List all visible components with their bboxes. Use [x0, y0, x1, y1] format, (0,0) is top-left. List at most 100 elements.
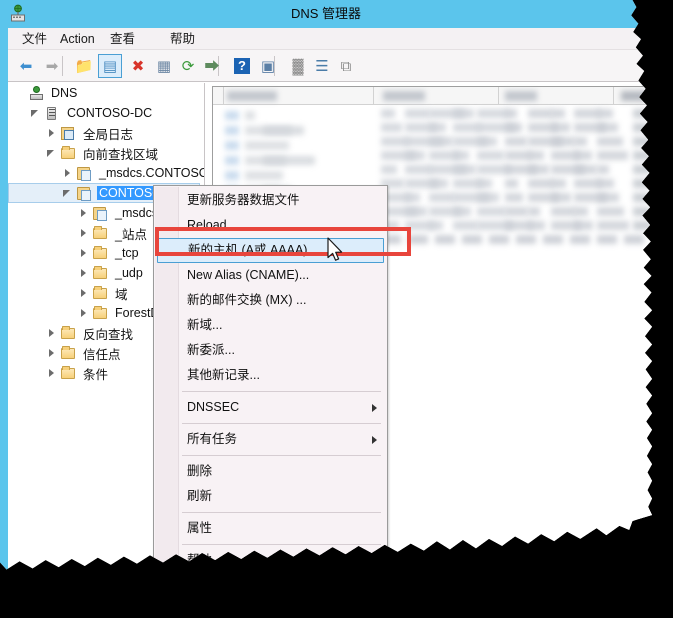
up-folder-icon[interactable]: 📁 — [72, 54, 96, 78]
show-hide-tree-icon[interactable]: ▤ — [98, 54, 122, 78]
back-icon-glyph: ⬅ — [19, 57, 33, 75]
tree-node-label: DNS — [51, 86, 78, 100]
blurred-cell — [597, 235, 617, 244]
window-title: DNS 管理器 — [290, 6, 362, 21]
tree-node-label: 反向查找 — [83, 327, 134, 342]
tree-node-label: _站点 — [115, 227, 147, 242]
help-icon[interactable]: ? — [230, 54, 254, 78]
blurred-cell — [381, 109, 395, 118]
context-menu-item-6[interactable]: 新域... — [154, 313, 387, 338]
tree-node-3[interactable]: 全局日志 — [8, 123, 204, 143]
chevron-right-icon[interactable] — [60, 165, 76, 181]
properties-icon[interactable]: ▦ — [152, 54, 176, 78]
blurred-cell — [429, 137, 453, 146]
blurred-cell — [633, 207, 651, 216]
blurred-cell — [633, 179, 651, 188]
menu-item-4[interactable]: 帮助 — [166, 30, 199, 48]
export-list-icon[interactable]: ⮕ — [200, 54, 224, 78]
blurred-cell — [551, 109, 565, 118]
chevron-down-icon[interactable] — [28, 105, 44, 121]
blurred-cell — [429, 221, 443, 230]
context-menu-item-label: 新的主机 (A或 AAAA) ... — [188, 243, 322, 257]
context-menu-item-17[interactable]: 属性 — [154, 516, 387, 541]
chevron-right-icon[interactable] — [76, 205, 92, 221]
blurred-cell — [528, 151, 544, 160]
context-menu-item-1[interactable]: 更新服务器数据文件 — [154, 188, 387, 213]
context-menu-item-3[interactable]: 新的主机 (A或 AAAA) ... — [157, 238, 384, 263]
blurred-cell — [505, 91, 537, 101]
blurred-cell — [225, 111, 239, 120]
chevron-right-icon[interactable] — [76, 305, 92, 321]
context-menu-item-10[interactable]: DNSSEC — [154, 395, 387, 420]
blurred-cell — [408, 235, 428, 244]
menu-item-2[interactable]: Action — [56, 30, 99, 48]
zone-context-menu[interactable]: 更新服务器数据文件 Reload 新的主机 (A或 AAAA) ... New Ali… — [153, 185, 388, 570]
blurred-cell — [551, 179, 566, 188]
copy-icon[interactable]: ⧉ — [334, 54, 358, 78]
chevron-down-icon[interactable] — [60, 185, 76, 201]
chevron-right-icon[interactable] — [44, 365, 60, 381]
tree-node-5[interactable]: _msdcs.CONTOSO.LOCAL — [8, 163, 204, 183]
chevron-right-icon[interactable] — [44, 125, 60, 141]
blurred-cell — [245, 141, 289, 150]
blurred-cell — [405, 109, 430, 118]
title-bar: DNS 管理器 — [0, 0, 652, 28]
blurred-cell — [405, 151, 425, 160]
chevron-right-icon[interactable] — [76, 225, 92, 241]
new-window-icon[interactable]: ▣ — [256, 54, 280, 78]
context-menu-item-12[interactable]: 所有任务 — [154, 427, 387, 452]
delete-icon[interactable]: ✖ — [126, 54, 150, 78]
chevron-right-icon[interactable] — [44, 325, 60, 341]
folder-icon — [92, 305, 109, 321]
refresh-icon[interactable]: ⟳ — [176, 54, 200, 78]
back-icon[interactable]: ⬅ — [14, 54, 38, 78]
context-menu-item-15[interactable]: 刷新 — [154, 484, 387, 509]
tree-node-label: _msdcs.CONTOSO.LOCAL — [99, 166, 204, 180]
context-menu-item-5[interactable]: 新的邮件交换 (MX) ... — [154, 288, 387, 313]
blurred-cell — [633, 137, 651, 146]
list-icon[interactable]: ☰ — [310, 54, 334, 78]
chevron-right-icon[interactable] — [76, 285, 92, 301]
blurred-cell — [633, 109, 651, 118]
menu-item-3[interactable]: 查看 — [106, 30, 139, 48]
context-menu-item-label: 新的邮件交换 (MX) ... — [187, 293, 307, 307]
blurred-cell — [528, 109, 553, 118]
new-window-icon-glyph: ▣ — [260, 57, 276, 75]
blurred-cell — [633, 151, 651, 160]
context-menu-item-label: Reload — [187, 218, 227, 232]
chevron-right-icon[interactable] — [76, 265, 92, 281]
chevron-right-icon[interactable] — [44, 345, 60, 361]
context-menu-item-2[interactable]: Reload — [154, 213, 387, 238]
server-icon-glyph: ▓ — [292, 57, 304, 75]
context-menu-item-8[interactable]: 其他新记录... — [154, 363, 387, 388]
context-menu-separator — [182, 512, 381, 513]
blurred-cell — [633, 221, 651, 230]
menu-item-1[interactable]: 文件 — [18, 30, 51, 48]
zone-icon — [76, 165, 93, 181]
chevron-down-icon[interactable] — [44, 145, 60, 161]
context-menu-item-19[interactable]: 帮助 — [154, 548, 387, 570]
tree-node-1[interactable]: DNS — [8, 83, 204, 103]
tree-node-label: 条件 — [83, 367, 109, 382]
blurred-cell — [516, 235, 536, 244]
column-divider-4 — [613, 87, 614, 105]
context-menu-item-label: New Alias (CNAME)... — [187, 268, 310, 282]
refresh-icon-glyph: ⟳ — [181, 57, 195, 75]
context-menu-item-14[interactable]: 删除 — [154, 459, 387, 484]
server-icon[interactable]: ▓ — [286, 54, 310, 78]
window-left-accent-strip — [0, 28, 8, 570]
forward-icon[interactable]: ➡ — [40, 54, 64, 78]
context-menu-item-7[interactable]: 新委派... — [154, 338, 387, 363]
context-menu-item-label: 属性 — [187, 521, 213, 535]
tree-node-4[interactable]: 向前查找区域 — [8, 143, 204, 163]
blurred-cell — [633, 123, 651, 132]
blurred-cell — [453, 207, 471, 216]
blurred-cell — [597, 137, 623, 146]
folder-icon — [60, 325, 77, 341]
chevron-right-icon[interactable] — [76, 245, 92, 261]
tree-node-2[interactable]: CONTOSO-DC — [8, 103, 204, 123]
submenu-arrow-icon — [372, 404, 377, 412]
context-menu-items[interactable]: 更新服务器数据文件 Reload 新的主机 (A或 AAAA) ... New Ali… — [154, 188, 387, 570]
context-menu-item-4[interactable]: New Alias (CNAME)... — [154, 263, 387, 288]
blurred-cell — [227, 91, 277, 101]
